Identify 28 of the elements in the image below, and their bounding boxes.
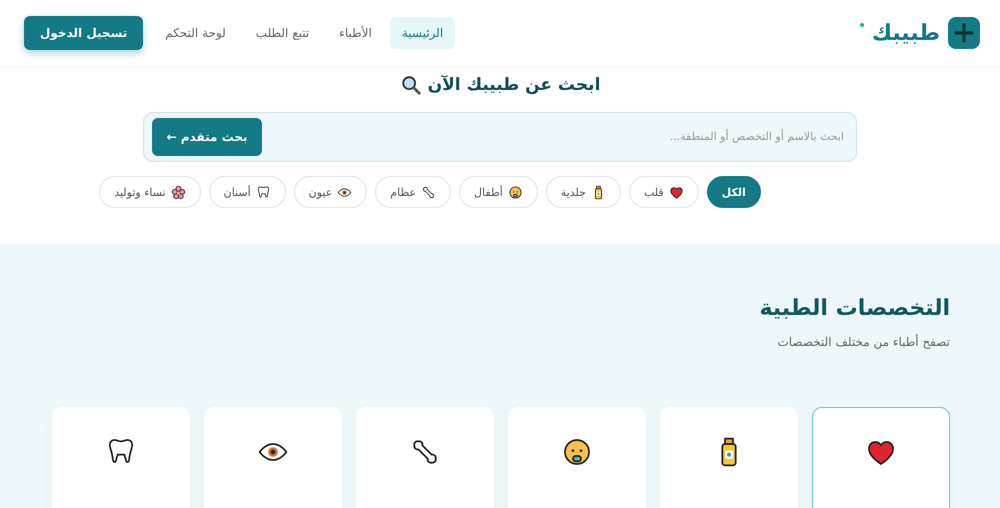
logo-dot [860, 23, 864, 27]
filter-chip[interactable]: عيون [294, 176, 368, 208]
section-subtitle: تصفح أطباء من مختلف التخصصات [776, 335, 950, 349]
baby-icon [561, 436, 593, 468]
login-button[interactable]: تسجيل الدخول [24, 16, 144, 50]
filter-chip[interactable]: أسنان [208, 176, 286, 208]
search-icon [400, 74, 422, 96]
flower-icon [170, 184, 186, 200]
search-title: ابحث عن طبيبك الآن [428, 75, 600, 95]
bone-icon [421, 184, 436, 200]
nav-link[interactable]: الأطباء [327, 17, 384, 49]
logo-icon [948, 17, 980, 49]
filter-chip[interactable]: أطفال [459, 176, 538, 208]
nav-link[interactable]: لوحة التحكم [153, 17, 238, 49]
filter-chip[interactable]: الكل [706, 176, 761, 208]
logo-text[interactable]: طبيبك [872, 20, 940, 46]
section-title: التخصصات الطبية [758, 296, 950, 321]
specialty-card[interactable] [812, 407, 950, 508]
filter-chip[interactable]: عظام [375, 176, 452, 208]
nav-link[interactable]: الرئيسية [390, 17, 456, 49]
baby-icon [508, 184, 523, 200]
nav-link[interactable]: تتبع الطلب [244, 17, 322, 49]
tooth-icon [256, 184, 271, 200]
heart-icon [668, 184, 684, 200]
filter-chip[interactable]: نساء وتوليد [99, 176, 201, 208]
filter-chip[interactable]: قلب [628, 176, 699, 208]
advanced-search-button[interactable]: بحث متقدم ← [152, 118, 262, 156]
filter-chip[interactable]: جلدية [546, 176, 621, 208]
